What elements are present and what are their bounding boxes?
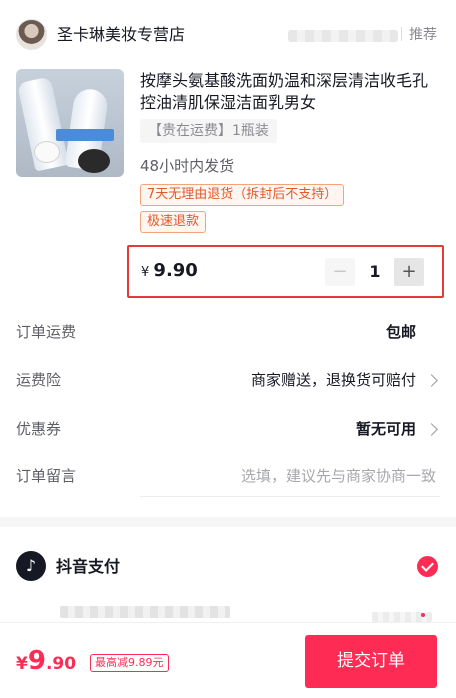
- mascot-graphic: [34, 141, 60, 163]
- divider: [401, 27, 402, 41]
- shipping-insurance-label: 运费险: [16, 371, 62, 389]
- quantity-value[interactable]: 1: [359, 258, 391, 286]
- price-quantity-box: ¥ 9.90 − 1 +: [127, 245, 444, 298]
- unit-price-value: 9.90: [153, 260, 198, 281]
- section-separator: [0, 517, 456, 527]
- currency-symbol: ¥: [141, 265, 150, 280]
- total-decimal: .90: [45, 654, 77, 674]
- red-dot-indicator: [421, 613, 425, 617]
- check-circle-icon[interactable]: [417, 556, 438, 577]
- product-title: 按摩头氨基酸洗面奶温和深层清洁收毛孔控油清肌保湿洁面乳男女: [140, 71, 429, 112]
- product-image-banner: [56, 129, 114, 141]
- payment-method-label[interactable]: 抖音支付: [56, 556, 120, 578]
- ship-time: 48小时内发货: [140, 157, 235, 175]
- total-price: ¥9.90: [16, 645, 76, 680]
- chevron-right-icon[interactable]: [425, 423, 438, 436]
- shipping-fee-label: 订单运费: [16, 323, 77, 341]
- total-currency: ¥: [16, 654, 28, 674]
- submit-order-button[interactable]: 提交订单: [305, 635, 437, 688]
- blurred-text: [60, 606, 230, 618]
- checkout-bar: ¥9.90 最高减9.89元 提交订单: [0, 622, 456, 698]
- note-underline: [140, 496, 440, 497]
- sku-tag[interactable]: 【贵在运费】1瓶装: [140, 119, 277, 143]
- order-note-input[interactable]: 选填，建议先与商家协商一致: [241, 466, 436, 486]
- quantity-decrease-button[interactable]: −: [325, 258, 355, 286]
- product-image[interactable]: [16, 69, 124, 177]
- recommend-label[interactable]: 推荐: [409, 25, 437, 45]
- discount-tag[interactable]: 最高减9.89元: [90, 654, 169, 672]
- unit-price: ¥ 9.90: [141, 261, 198, 283]
- coupon-label: 优惠券: [16, 420, 62, 438]
- douyin-logo-icon: ♪: [16, 551, 46, 581]
- order-note-label: 订单留言: [16, 467, 77, 485]
- quantity-increase-button[interactable]: +: [394, 258, 424, 286]
- coupon-value[interactable]: 暂无可用: [356, 419, 416, 439]
- return-policy-badge: 7天无理由退货（拆封后不支持）: [140, 184, 345, 206]
- fast-refund-badge: 极速退款: [140, 211, 207, 233]
- store-avatar[interactable]: [16, 19, 47, 50]
- chevron-right-icon[interactable]: [425, 374, 438, 387]
- store-header: 圣卡琳美妆专营店 推荐: [0, 0, 456, 70]
- shipping-insurance-value[interactable]: 商家赠送，退换货可赔付: [251, 370, 416, 390]
- blurred-text: [288, 30, 398, 42]
- total-integer: 9: [27, 646, 46, 676]
- store-name[interactable]: 圣卡琳美妆专营店: [57, 24, 185, 46]
- cap-graphic: [78, 149, 110, 173]
- shipping-fee-value: 包邮: [385, 323, 416, 341]
